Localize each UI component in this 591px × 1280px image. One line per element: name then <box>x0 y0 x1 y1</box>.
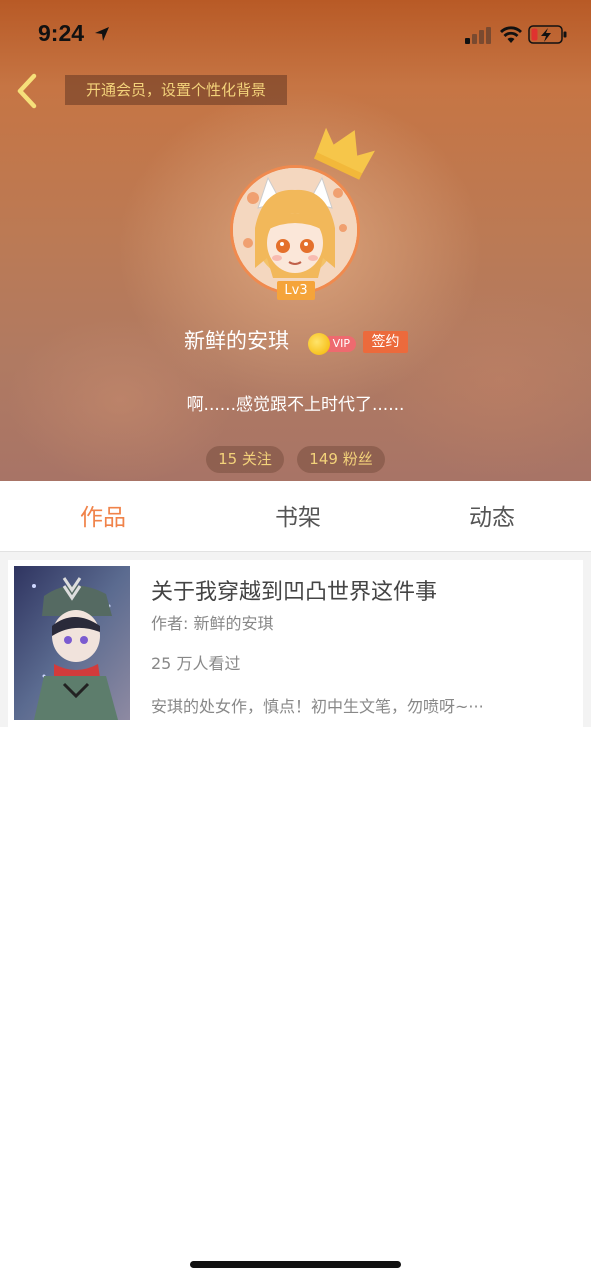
following-count-button[interactable]: 15 关注 <box>206 446 284 473</box>
followers-count-button[interactable]: 149 粉丝 <box>297 446 385 473</box>
battery-charging-icon <box>528 25 567 44</box>
work-description: 安琪的处女作，慎点！初中生文笔，勿喷呀~··· <box>151 697 484 716</box>
work-author: 作者: 新鲜的安琪 <box>151 614 274 633</box>
tab-works[interactable]: 作品 <box>43 481 163 551</box>
work-title: 关于我穿越到凹凸世界这件事 <box>151 580 438 605</box>
location-arrow-icon <box>95 27 109 41</box>
profile-header: 9:24 开通会员，设置个性化背景 Lv3 新鲜的安琪 VIP 签约 啊....… <box>0 0 591 481</box>
book-cover-image <box>14 566 130 720</box>
status-time: 9:24 <box>38 20 85 46</box>
profile-tabs: 作品 书架 动态 <box>0 481 591 552</box>
work-views: 25 万人看过 <box>151 654 241 673</box>
back-button[interactable] <box>12 70 44 112</box>
tab-activity[interactable]: 动态 <box>432 481 552 551</box>
tab-bookshelf[interactable]: 书架 <box>238 481 358 551</box>
home-indicator[interactable] <box>190 1261 401 1268</box>
vip-background-banner[interactable]: 开通会员，设置个性化背景 <box>65 75 287 105</box>
signal-icon <box>465 27 491 44</box>
level-badge: Lv3 <box>277 281 315 300</box>
vip-coin-icon <box>308 333 330 355</box>
book-cover <box>14 566 130 720</box>
profile-bio: 啊......感觉跟不上时代了...... <box>186 395 405 415</box>
list-item[interactable]: 关于我穿越到凹凸世界这件事 作者: 新鲜的安琪 25 万人看过 安琪的处女作，慎… <box>8 560 583 727</box>
avatar-image <box>233 168 357 292</box>
wifi-icon <box>500 26 522 43</box>
username: 新鲜的安琪 <box>184 329 289 353</box>
vip-badge: VIP <box>308 333 356 355</box>
works-list: 关于我穿越到凹凸世界这件事 作者: 新鲜的安琪 25 万人看过 安琪的处女作，慎… <box>0 552 591 727</box>
status-bar: 9:24 <box>0 0 591 70</box>
avatar[interactable] <box>230 165 360 295</box>
contract-badge: 签约 <box>363 331 408 353</box>
